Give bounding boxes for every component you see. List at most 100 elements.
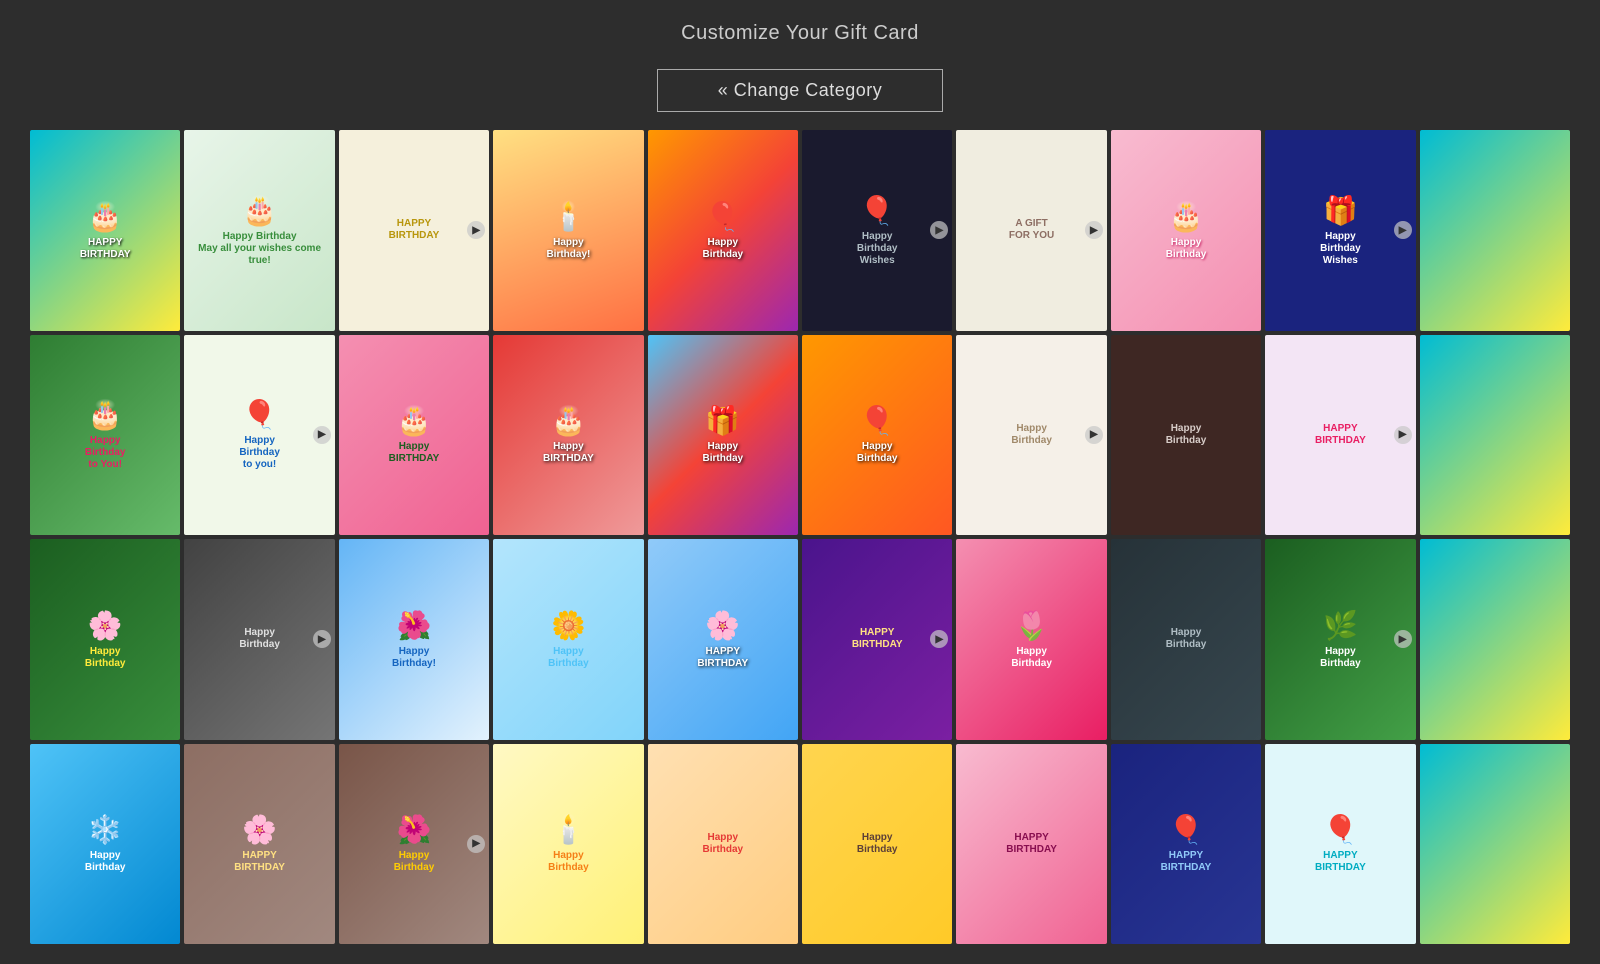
card-14[interactable]: 🎂Happy BIRTHDAY: [493, 335, 643, 536]
card-label: HAPPY BIRTHDAY: [234, 850, 285, 874]
card-label: Happy Birthday: [85, 646, 126, 670]
card-label: Happy Birthday: [1320, 646, 1361, 670]
card-31[interactable]: ❄️ Happy Birthday: [30, 744, 180, 945]
card-4[interactable]: 🕯️ Happy Birthday!: [493, 130, 643, 331]
card-icon: 🎂: [88, 200, 123, 233]
card-20[interactable]: [1420, 335, 1570, 536]
card-10[interactable]: [1420, 130, 1570, 331]
card-29[interactable]: 🌿Happy Birthday▶: [1265, 539, 1415, 740]
card-icon: 🌺: [397, 609, 432, 642]
card-label: Happy Birthday: [703, 441, 744, 465]
card-label: A GIFT FOR YOU: [1009, 218, 1054, 242]
card-17[interactable]: Happy Birthday▶: [956, 335, 1106, 536]
card-label: Happy Birthday!: [546, 237, 590, 261]
cards-grid: 🎂 HAPPY BIRTHDAY 🎂 Happy Birthday May all y…: [0, 130, 1600, 964]
card-35[interactable]: Happy Birthday: [648, 744, 798, 945]
card-label: Happy Birthday: [1011, 423, 1052, 447]
card-arrow-icon: ▶: [313, 426, 331, 444]
card-arrow-icon: ▶: [313, 630, 331, 648]
card-icon: 🎈: [705, 200, 740, 233]
card-3[interactable]: HAPPY BIRTHDAY▶: [339, 130, 489, 331]
card-32[interactable]: 🌸HAPPY BIRTHDAY: [184, 744, 334, 945]
card-icon: 🌷: [1014, 609, 1049, 642]
card-label: Happy Birthday May all your wishes come …: [190, 231, 328, 267]
card-arrow-icon: ▶: [1394, 426, 1412, 444]
card-icon: 🎈: [242, 398, 277, 431]
card-icon: 🎁: [705, 404, 740, 437]
card-label: Happy Birthday: [548, 646, 589, 670]
card-arrow-icon: ▶: [467, 221, 485, 239]
card-1[interactable]: 🎂 HAPPY BIRTHDAY: [30, 130, 180, 331]
card-icon: 🎂: [551, 404, 586, 437]
card-icon: 🎂: [88, 398, 123, 431]
card-label: Happy BIRTHDAY: [389, 441, 440, 465]
card-33[interactable]: 🌺Happy Birthday▶: [339, 744, 489, 945]
card-label: Happy Birthday: [85, 850, 126, 874]
card-label: HAPPY BIRTHDAY: [852, 627, 903, 651]
card-icon: 🌸: [705, 609, 740, 642]
card-label: HAPPY BIRTHDAY: [1006, 832, 1057, 856]
card-icon: ❄️: [88, 813, 123, 846]
card-icon: 🌼: [551, 609, 586, 642]
card-25[interactable]: 🌸 HAPPY BIRTHDAY: [648, 539, 798, 740]
card-icon: 🕯️: [551, 200, 586, 233]
card-7[interactable]: A GIFT FOR YOU ▶: [956, 130, 1106, 331]
card-2[interactable]: 🎂 Happy Birthday May all your wishes come…: [184, 130, 334, 331]
card-arrow-icon: ▶: [930, 221, 948, 239]
card-label: Happy Birthday: [1166, 237, 1207, 261]
card-18[interactable]: Happy Birthday: [1111, 335, 1261, 536]
card-26[interactable]: HAPPY BIRTHDAY ▶: [802, 539, 952, 740]
card-label: Happy Birthday Wishes: [1320, 231, 1361, 267]
card-28[interactable]: Happy Birthday: [1111, 539, 1261, 740]
card-12[interactable]: 🎈 Happy Birthday to you! ▶: [184, 335, 334, 536]
card-icon: 🎈: [860, 404, 895, 437]
card-30[interactable]: [1420, 539, 1570, 740]
card-24[interactable]: 🌼 Happy Birthday: [493, 539, 643, 740]
card-22[interactable]: Happy Birthday ▶: [184, 539, 334, 740]
card-label: HAPPY BIRTHDAY: [80, 237, 131, 261]
card-8[interactable]: 🎂 Happy Birthday: [1111, 130, 1261, 331]
card-5[interactable]: 🎈 Happy Birthday: [648, 130, 798, 331]
card-label: Happy Birthday: [703, 832, 744, 856]
card-9[interactable]: 🎁Happy Birthday Wishes▶: [1265, 130, 1415, 331]
card-label: HAPPY BIRTHDAY: [1315, 850, 1366, 874]
card-label: Happy Birthday: [1166, 627, 1207, 651]
card-label: HAPPY BIRTHDAY: [1315, 423, 1366, 447]
card-19[interactable]: HAPPY BIRTHDAY ▶: [1265, 335, 1415, 536]
card-label: Happy Birthday: [857, 441, 898, 465]
card-16[interactable]: 🎈 Happy Birthday: [802, 335, 952, 536]
change-category-button[interactable]: « Change Category: [657, 69, 944, 112]
card-11[interactable]: 🎂 Happy Birthday to You!: [30, 335, 180, 536]
card-39[interactable]: 🎈HAPPY BIRTHDAY: [1265, 744, 1415, 945]
card-arrow-icon: ▶: [930, 630, 948, 648]
card-label: Happy Birthday: [239, 627, 280, 651]
card-13[interactable]: 🎂Happy BIRTHDAY: [339, 335, 489, 536]
card-label: Happy Birthday Wishes: [857, 231, 898, 267]
card-icon: 🎂: [1169, 200, 1204, 233]
card-23[interactable]: 🌺Happy Birthday!: [339, 539, 489, 740]
card-label: Happy Birthday to You!: [85, 435, 126, 471]
card-label: Happy Birthday to you!: [239, 435, 280, 471]
card-21[interactable]: 🌸Happy Birthday: [30, 539, 180, 740]
card-label: HAPPY BIRTHDAY: [697, 646, 748, 670]
card-label: Happy Birthday: [703, 237, 744, 261]
card-arrow-icon: ▶: [1394, 630, 1412, 648]
card-15[interactable]: 🎁 Happy Birthday: [648, 335, 798, 536]
card-34[interactable]: 🕯️Happy Birthday: [493, 744, 643, 945]
card-6[interactable]: 🎈Happy Birthday Wishes▶: [802, 130, 952, 331]
card-icon: 🕯️: [551, 813, 586, 846]
page-title: Customize Your Gift Card: [0, 22, 1600, 45]
card-37[interactable]: HAPPY BIRTHDAY: [956, 744, 1106, 945]
card-40[interactable]: [1420, 744, 1570, 945]
card-icon: 🎂: [242, 194, 277, 227]
card-label: Happy Birthday: [857, 832, 898, 856]
card-38[interactable]: 🎈HAPPY BIRTHDAY: [1111, 744, 1261, 945]
page-header: Customize Your Gift Card: [0, 0, 1600, 55]
card-arrow-icon: ▶: [467, 835, 485, 853]
card-27[interactable]: 🌷Happy Birthday: [956, 539, 1106, 740]
card-36[interactable]: Happy Birthday: [802, 744, 952, 945]
btn-row: « Change Category: [0, 55, 1600, 130]
card-arrow-icon: ▶: [1085, 221, 1103, 239]
card-label: Happy Birthday: [1166, 423, 1207, 447]
card-arrow-icon: ▶: [1394, 221, 1412, 239]
